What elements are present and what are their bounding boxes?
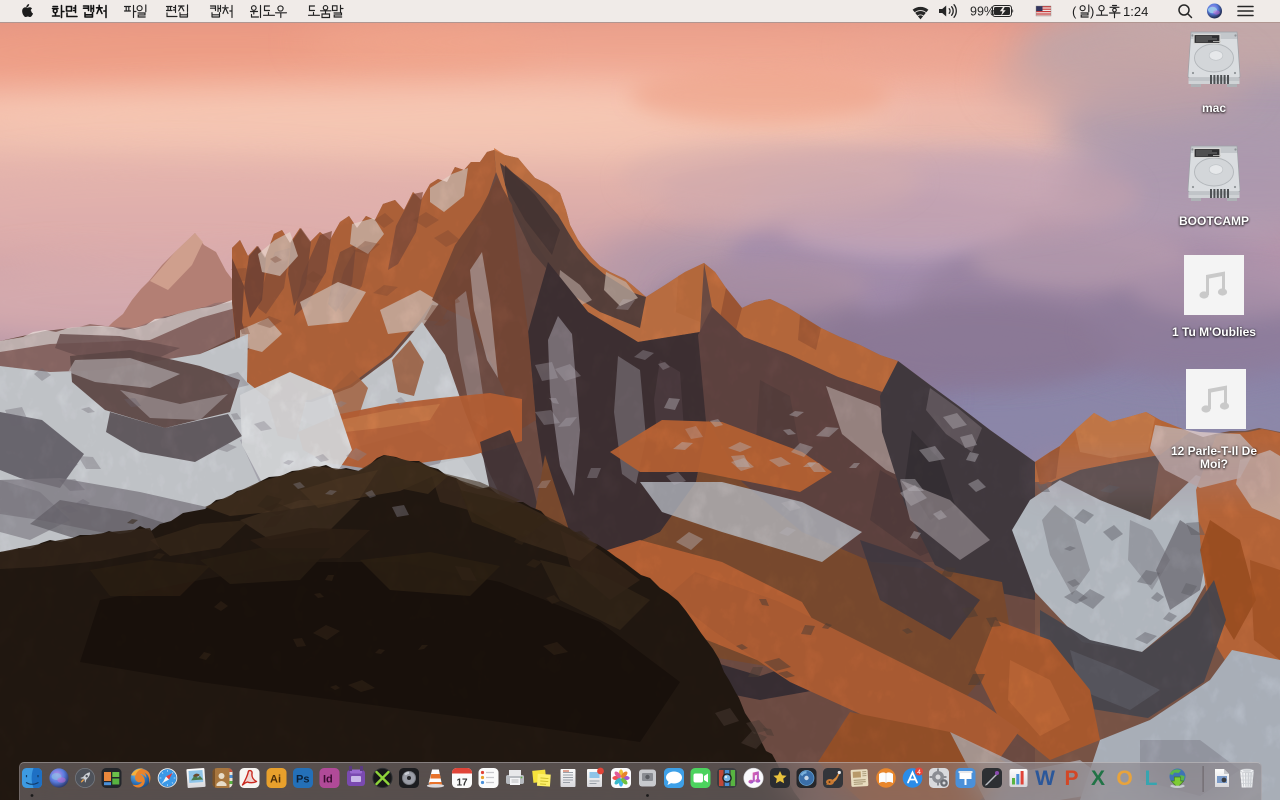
svg-text:Ai: Ai bbox=[270, 774, 281, 786]
svg-text:L: L bbox=[1145, 767, 1158, 790]
svg-text:P: P bbox=[1064, 767, 1078, 790]
svg-text:(: ( bbox=[1072, 4, 1077, 19]
svg-text:17: 17 bbox=[456, 778, 468, 789]
svg-text:Ps: Ps bbox=[296, 774, 309, 786]
svg-text:Id: Id bbox=[323, 774, 333, 786]
svg-text:X: X bbox=[1091, 767, 1105, 790]
svg-text:W: W bbox=[1035, 767, 1055, 790]
svg-text:99%: 99% bbox=[970, 5, 995, 19]
svg-text:4: 4 bbox=[917, 769, 921, 776]
svg-text:O: O bbox=[1116, 767, 1132, 790]
svg-text:1:24: 1:24 bbox=[1123, 4, 1148, 19]
svg-text:): ) bbox=[1090, 4, 1094, 19]
